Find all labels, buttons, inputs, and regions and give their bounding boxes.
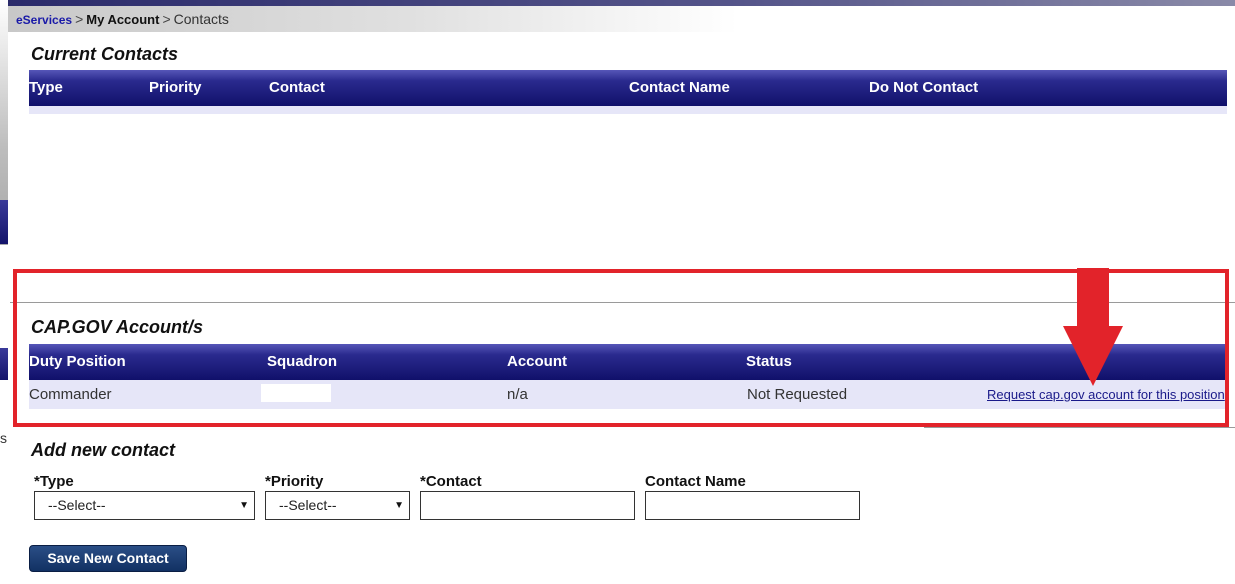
column-header-contact-name: Contact Name [629,79,730,96]
type-label: *Type [34,473,74,490]
column-header-account: Account [507,353,567,370]
squadron-cell [261,384,331,402]
column-header-duty-position: Duty Position [29,353,126,370]
column-header-contact: Contact [269,79,325,96]
contact-input[interactable] [420,491,635,520]
breadcrumb: eServices > My Account > Contacts [8,6,738,32]
current-contacts-header: Type Priority Contact Contact Name Do No… [29,70,1227,106]
contact-name-label: Contact Name [645,473,746,490]
contact-label: *Contact [420,473,482,490]
cap-gov-accounts-title: CAP.GOV Account/s [31,317,204,337]
save-new-contact-button[interactable]: Save New Contact [29,545,187,572]
priority-label: *Priority [265,473,324,490]
caret-down-icon: ▼ [394,500,404,511]
add-new-contact-title: Add new contact [31,440,176,460]
caret-down-icon: ▼ [239,500,249,511]
priority-select-value: --Select-- [279,497,337,513]
left-nav-fragment[interactable] [0,348,8,380]
column-header-squadron: Squadron [267,353,337,370]
request-cap-gov-account-link[interactable]: Request cap.gov account for this positio… [987,387,1225,402]
breadcrumb-my-account-link[interactable]: My Account [86,12,159,27]
arrow-down-icon [1077,268,1109,330]
section-divider [10,302,1235,303]
breadcrumb-current: Contacts [173,11,229,27]
breadcrumb-eservices-link[interactable]: eServices [16,13,72,27]
cap-gov-accounts-header: Duty Position Squadron Account Status [29,344,1227,380]
column-header-type: Type [29,79,63,96]
type-select[interactable]: --Select-- ▼ [34,491,255,520]
current-contacts-title: Current Contacts [31,44,179,64]
arrow-down-icon-head [1063,326,1123,386]
type-select-value: --Select-- [48,497,106,513]
breadcrumb-separator: > [75,11,84,27]
column-header-status: Status [746,353,792,370]
contact-name-input[interactable] [645,491,860,520]
priority-select[interactable]: --Select-- ▼ [265,491,410,520]
breadcrumb-separator: > [162,11,171,27]
duty-position-cell: Commander [29,386,112,403]
status-cell: Not Requested [747,386,848,403]
current-contacts-empty-row [29,106,1227,114]
account-cell: n/a [507,386,528,403]
column-header-priority: Priority [149,79,202,96]
left-nav-fragment[interactable] [0,200,8,244]
section-divider [924,427,1235,428]
column-header-do-not-contact: Do Not Contact [869,79,979,96]
left-text-fragment: s [0,430,7,446]
